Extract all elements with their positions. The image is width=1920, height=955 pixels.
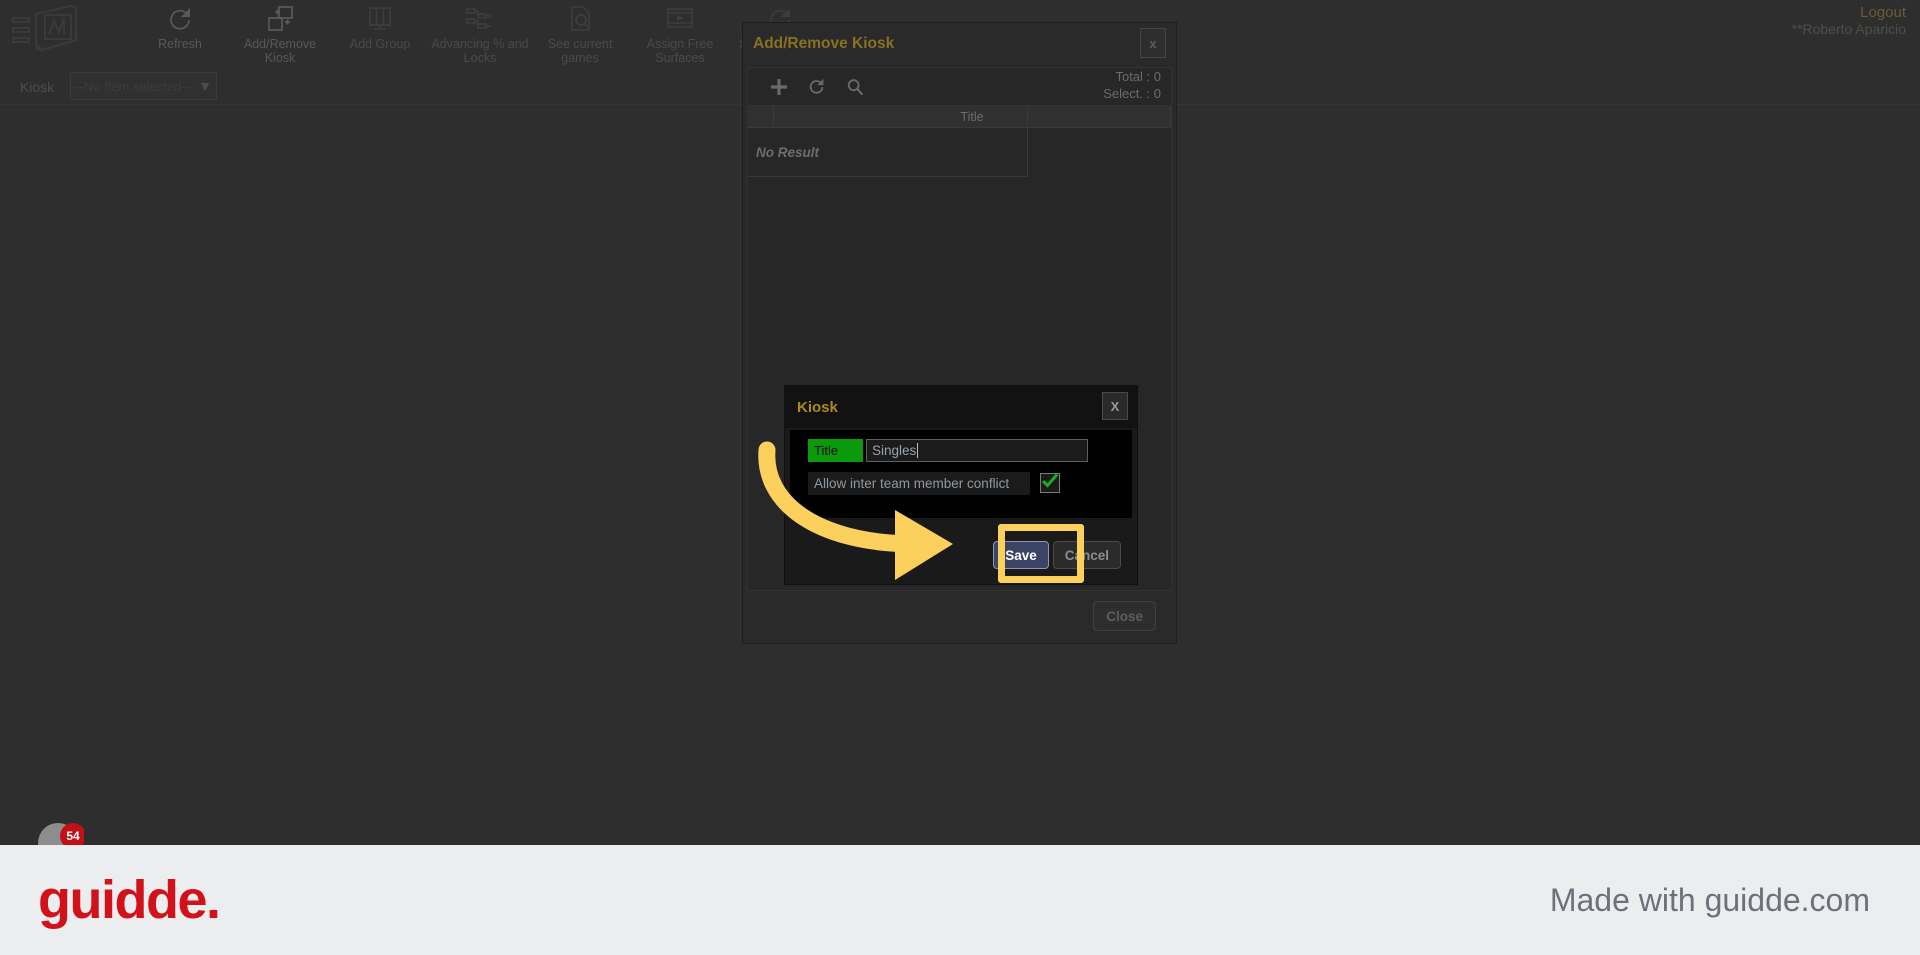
chevron-down-icon: ▼	[198, 78, 212, 94]
save-button[interactable]: Save	[993, 541, 1049, 569]
kiosk-select[interactable]: --No Item selected-- ▼	[70, 72, 217, 100]
modal-close-icon[interactable]: x	[1140, 28, 1166, 58]
modal-header: Add/Remove Kiosk x	[743, 23, 1176, 65]
see-current-games-icon	[563, 4, 597, 36]
conflict-field-row: Allow inter team member conflict	[808, 470, 1132, 496]
book-chart-logo-icon	[8, 2, 88, 60]
toolbar-item-label: Refresh	[158, 37, 202, 51]
kiosk-dialog: Kiosk X Title Singles Allow inter team m…	[784, 385, 1138, 585]
toolbar-item-label: Assign Free Surfaces	[646, 37, 714, 65]
total-count: Total : 0	[1115, 69, 1161, 84]
badge-count: 54	[60, 823, 84, 845]
grid-header-title[interactable]: Title	[774, 106, 1171, 127]
checkmark-icon	[1041, 473, 1059, 494]
kiosk-dialog-title: Kiosk	[797, 398, 838, 416]
grid-header-row: Title	[748, 106, 1171, 128]
grid-bottom-divider	[748, 176, 1027, 177]
close-button[interactable]: Close	[1093, 601, 1156, 631]
current-user-name: **Roberto Aparicio	[1791, 21, 1906, 37]
refresh-icon[interactable]	[798, 72, 836, 102]
application-root: Refresh Add/Remove Kiosk Add Group Advan…	[0, 0, 1920, 955]
grid-empty-message: No Result	[756, 144, 820, 160]
advancing-locks-icon	[463, 4, 497, 36]
conflict-field-label: Allow inter team member conflict	[808, 471, 1030, 495]
conflict-checkbox[interactable]	[1040, 473, 1060, 493]
toolbar-item-see-current-games[interactable]: See current games	[530, 0, 630, 65]
toolbar-item-label: Add Group	[349, 37, 411, 51]
add-group-icon	[363, 4, 397, 36]
toolbar-item-assign-free-surfaces[interactable]: Assign Free Surfaces	[630, 0, 730, 65]
toolbar-item-label: Add/Remove Kiosk	[243, 37, 317, 65]
cancel-button[interactable]: Cancel	[1052, 541, 1121, 569]
toolbar-item-advancing-locks[interactable]: Advancing % and Locks	[430, 0, 530, 65]
toolbar-item-refresh[interactable]: Refresh	[130, 0, 230, 52]
kiosk-select-value: --No Item selected--	[75, 78, 190, 94]
guidde-footer: guidde. Made with guidde.com	[0, 845, 1920, 955]
kiosk-dialog-header: Kiosk X	[785, 386, 1137, 428]
toolbar-items: Refresh Add/Remove Kiosk Add Group Advan…	[130, 0, 830, 68]
title-input-value: Singles	[872, 442, 917, 458]
kiosk-dialog-close-icon[interactable]: X	[1102, 392, 1128, 420]
grid-header-checkbox-cell[interactable]	[748, 106, 774, 127]
add-remove-kiosk-icon	[263, 4, 297, 36]
toolbar-item-add-group[interactable]: Add Group	[330, 0, 430, 52]
modal-title: Add/Remove Kiosk	[753, 35, 895, 52]
title-field-row: Title Singles	[808, 437, 1132, 463]
kiosk-dialog-body: Title Singles Allow inter team member co…	[790, 430, 1132, 518]
guidde-logo: guidde.	[38, 870, 221, 930]
record-counts: Total : 0 Select. : 0	[1103, 69, 1161, 102]
toolbar-item-label: See current games	[547, 37, 613, 65]
made-with-guidde: Made with guidde.com	[1549, 881, 1870, 918]
assign-free-surfaces-icon	[663, 4, 697, 36]
text-caret	[917, 442, 919, 458]
toolbar-item-add-remove-kiosk[interactable]: Add/Remove Kiosk	[230, 0, 330, 65]
selected-count: Select. : 0	[1103, 85, 1161, 101]
title-field-label: Title	[808, 438, 863, 462]
refresh-icon	[163, 4, 197, 36]
add-icon[interactable]	[760, 72, 798, 102]
logout-link[interactable]: Logout	[1792, 4, 1906, 21]
grid-toolbar: Total : 0 Select. : 0	[748, 68, 1171, 106]
grid-column-divider	[1027, 106, 1028, 176]
toolbar-item-label: Advancing % and Locks	[431, 37, 529, 65]
title-input[interactable]: Singles	[866, 438, 1088, 462]
kiosk-selector-label: Kiosk	[19, 79, 55, 95]
notification-badge-stub: 54	[38, 823, 84, 845]
modal-footer: Close	[747, 593, 1172, 639]
kiosk-dialog-footer: Save Cancel	[790, 532, 1132, 578]
results-grid: Title No Result	[748, 106, 1171, 177]
account-area: Logout **Roberto Aparicio	[1792, 4, 1906, 38]
search-icon[interactable]	[836, 72, 874, 102]
